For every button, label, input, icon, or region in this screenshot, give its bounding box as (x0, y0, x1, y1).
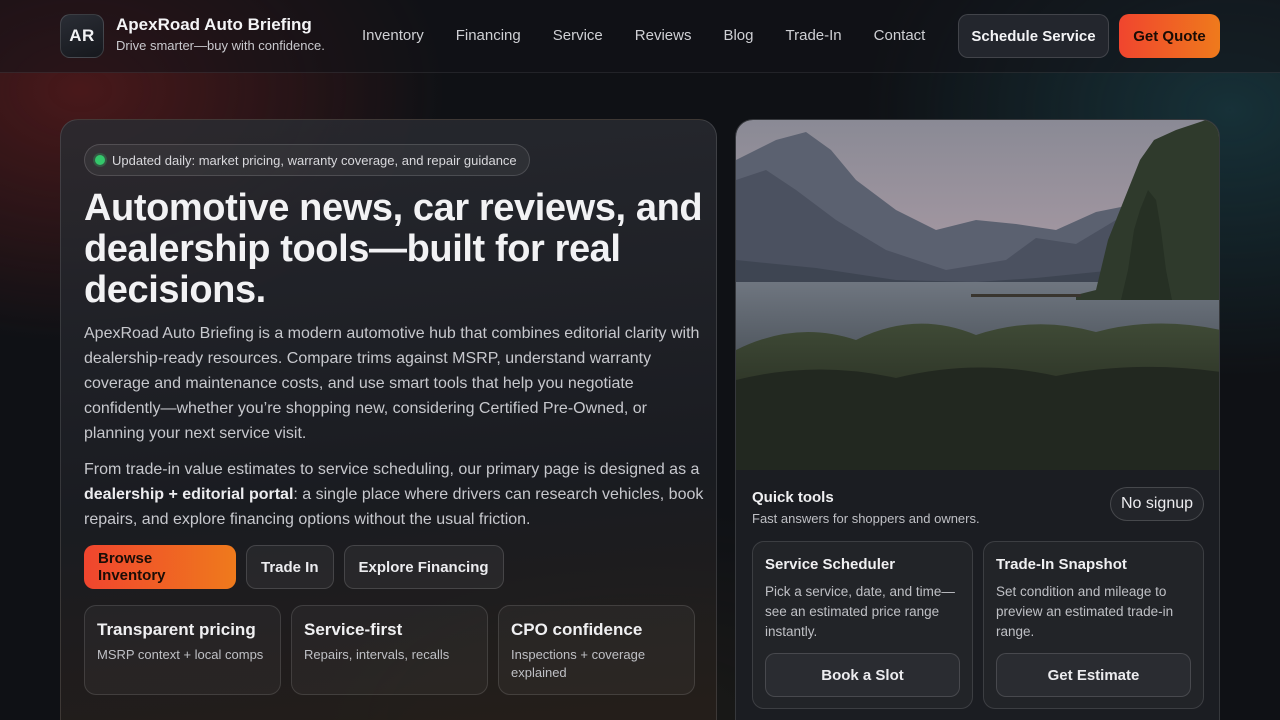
update-badge: Updated daily: market pricing, warranty … (84, 144, 530, 176)
main-nav: Inventory Financing Service Reviews Blog… (346, 26, 941, 46)
feature-desc: MSRP context + local comps (97, 647, 264, 662)
tool-title: Service Scheduler (765, 556, 896, 573)
get-estimate-button[interactable]: Get Estimate (996, 653, 1191, 697)
quick-tools-subtitle: Fast answers for shoppers and owners. (752, 511, 980, 526)
brand-tagline: Drive smarter—buy with confidence. (116, 38, 325, 53)
nav-item-financing[interactable]: Financing (440, 26, 537, 46)
trade-in-button[interactable]: Trade In (246, 545, 334, 589)
tool-desc: Set condition and mileage to preview an … (996, 584, 1174, 639)
feature-desc: Repairs, intervals, recalls (304, 647, 450, 662)
schedule-service-button[interactable]: Schedule Service (958, 14, 1109, 58)
nav-item-trade-in[interactable]: Trade-In (770, 26, 858, 46)
feature-list: Transparent pricing MSRP context + local… (84, 605, 695, 695)
feature-title: Service-first (304, 620, 403, 639)
quick-tools-title: Quick tools (752, 489, 834, 506)
nav-item-inventory[interactable]: Inventory (346, 26, 440, 46)
feature-card-service: Service-first Repairs, intervals, recall… (291, 605, 488, 695)
brand-name[interactable]: ApexRoad Auto Briefing (116, 15, 312, 35)
hero-title: Automotive news, car reviews, and dealer… (84, 187, 703, 311)
logo-badge[interactable]: AR (60, 14, 104, 58)
tool-desc: Pick a service, date, and time—see an es… (765, 584, 955, 639)
update-badge-text: Updated daily: market pricing, warranty … (112, 152, 517, 168)
feature-desc: Inspections + coverage explained (511, 647, 646, 680)
feature-card-cpo: CPO confidence Inspections + coverage ex… (498, 605, 695, 695)
feature-title: Transparent pricing (97, 620, 256, 639)
hero-card: Updated daily: market pricing, warranty … (60, 119, 717, 720)
service-scheduler-card: Service Scheduler Pick a service, date, … (752, 541, 973, 709)
lake-landscape-image (736, 120, 1219, 470)
hero-intro-paragraph: ApexRoad Auto Briefing is a modern autom… (84, 325, 700, 442)
get-quote-button[interactable]: Get Quote (1119, 14, 1220, 58)
nav-item-reviews[interactable]: Reviews (619, 26, 708, 46)
hero-cta-row: Browse Inventory Trade In Explore Financ… (84, 545, 504, 589)
status-dot-icon (95, 155, 105, 165)
nav-item-contact[interactable]: Contact (858, 26, 942, 46)
portal-paragraph-bold: dealership + editorial portal (84, 486, 294, 503)
nav-item-blog[interactable]: Blog (707, 26, 769, 46)
feature-card-pricing: Transparent pricing MSRP context + local… (84, 605, 281, 695)
no-signup-badge: No signup (1110, 487, 1204, 521)
nav-item-service[interactable]: Service (537, 26, 619, 46)
trade-in-snapshot-card: Trade-In Snapshot Set condition and mile… (983, 541, 1204, 709)
hero-portal-paragraph: From trade-in value estimates to service… (84, 457, 704, 532)
site-header: AR ApexRoad Auto Briefing Drive smarter—… (0, 0, 1280, 73)
quick-tools-panel: Quick tools Fast answers for shoppers an… (735, 119, 1220, 720)
tool-title: Trade-In Snapshot (996, 556, 1127, 573)
browse-inventory-button[interactable]: Browse Inventory (84, 545, 236, 589)
explore-financing-button[interactable]: Explore Financing (343, 545, 504, 589)
portal-paragraph-start: From trade-in value estimates to service… (84, 461, 700, 478)
book-slot-button[interactable]: Book a Slot (765, 653, 960, 697)
feature-title: CPO confidence (511, 620, 643, 639)
